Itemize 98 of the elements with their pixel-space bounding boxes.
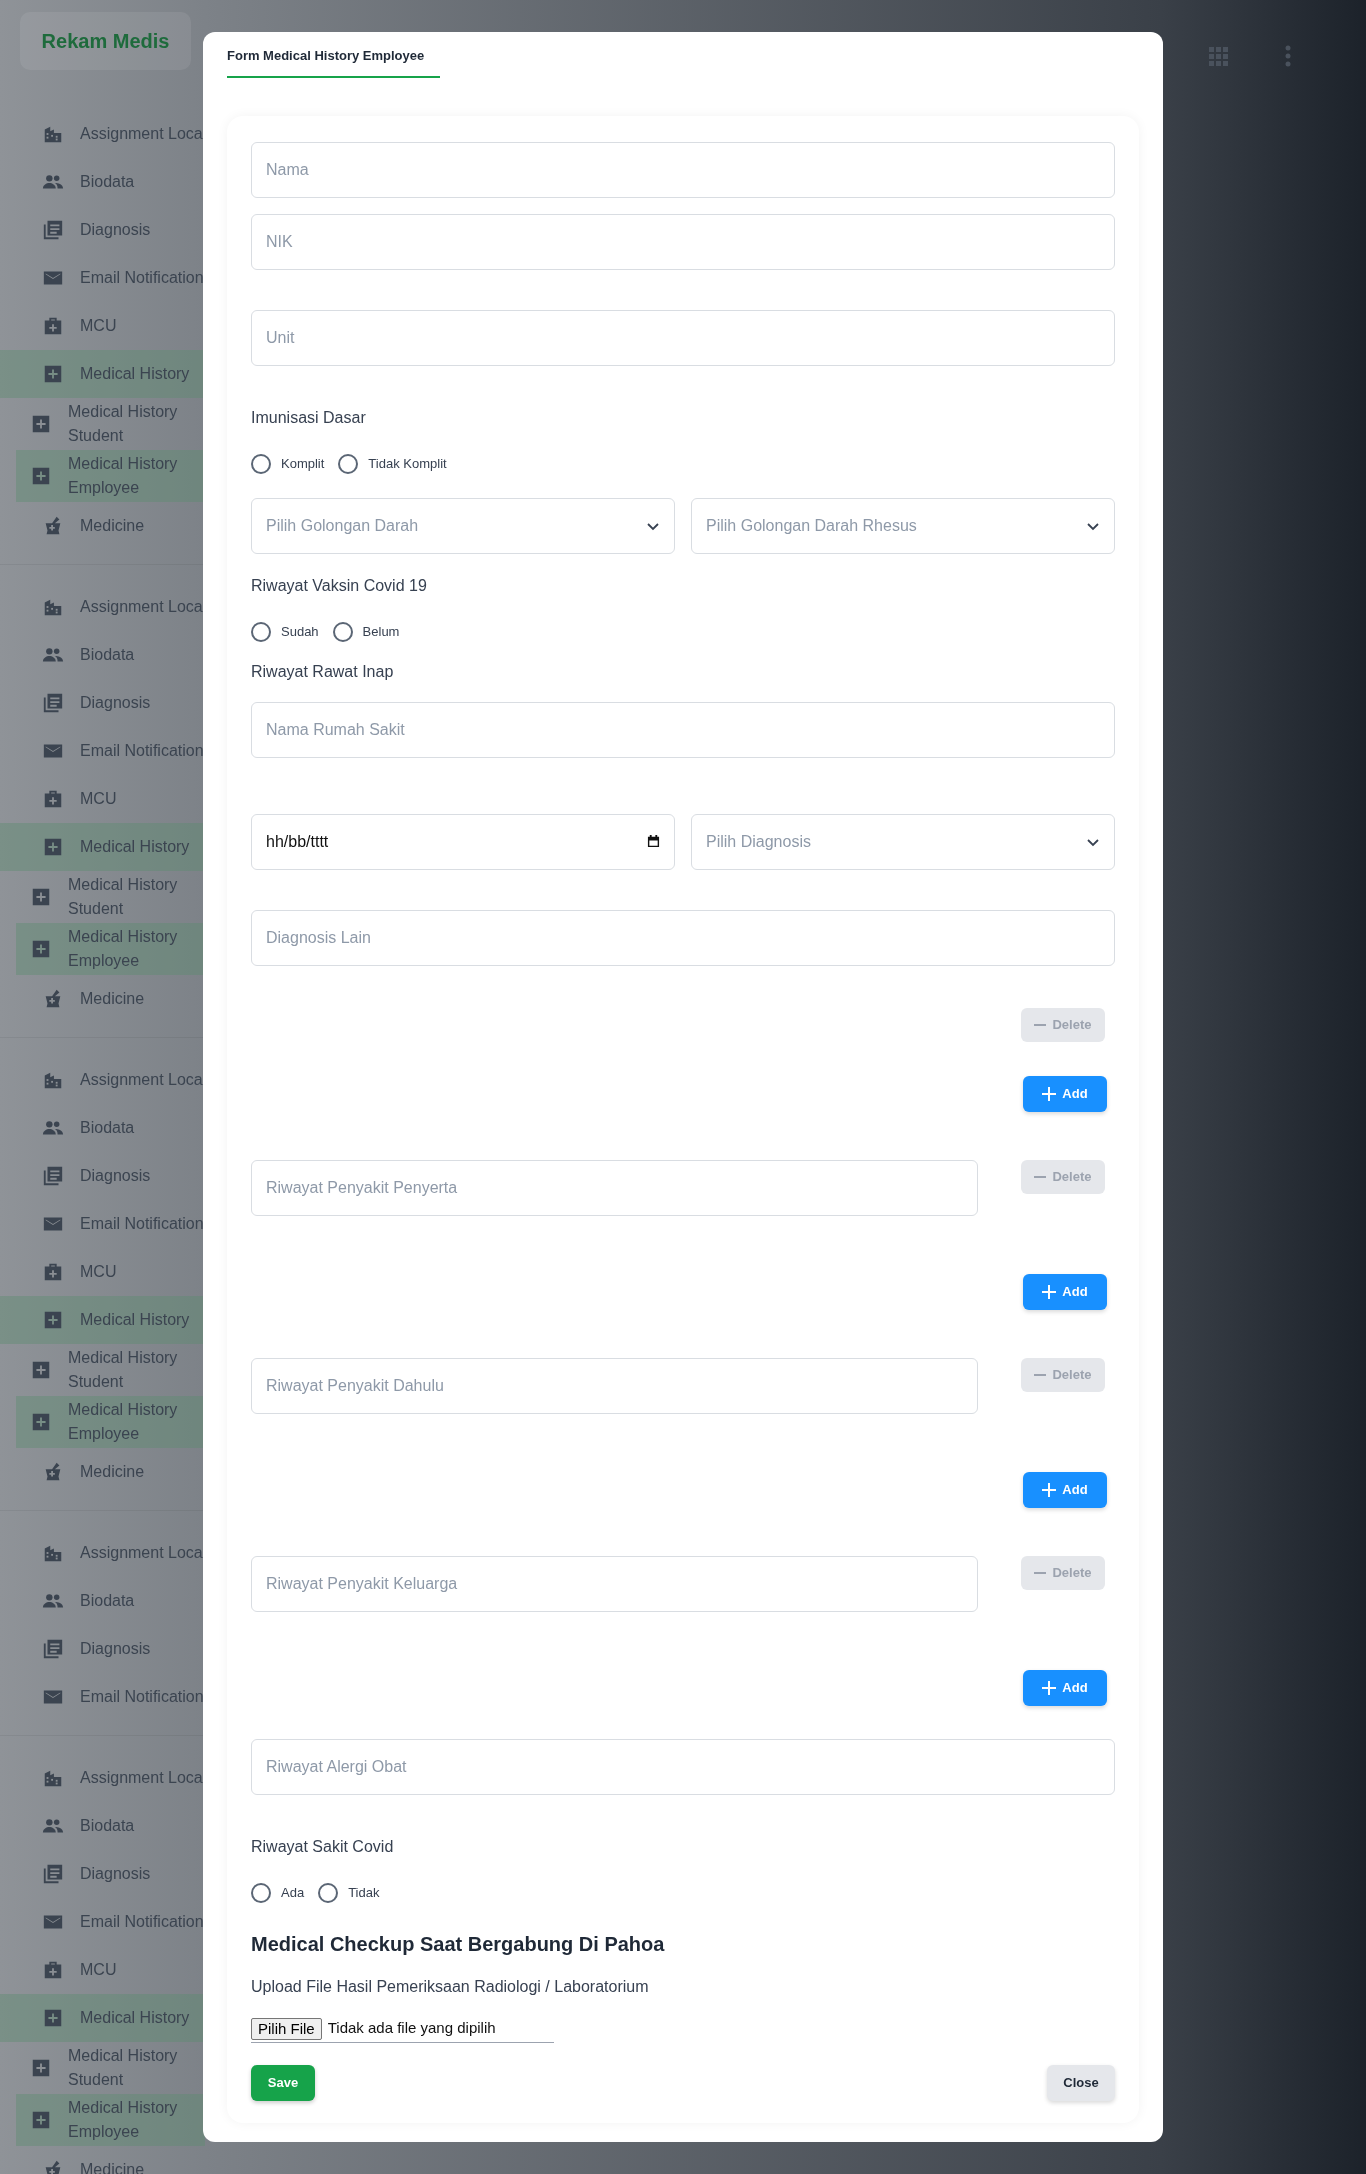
sidebar-subitem[interactable]: Medical History Employee	[16, 1396, 205, 1448]
field-label: Riwayat Sakit Covid	[251, 1836, 395, 1857]
radio-label: Belum	[362, 622, 400, 641]
sidebar-item[interactable]: Assignment Loca	[0, 1056, 205, 1104]
plus-icon	[1042, 1086, 1057, 1101]
plus-icon	[1042, 1482, 1057, 1497]
sidebar-item[interactable]: Medicine	[0, 1448, 205, 1496]
sidebar-subitem[interactable]: Medical History Employee	[16, 923, 205, 975]
field-label: Riwayat Rawat Inap	[251, 661, 395, 682]
text-field[interactable]: Unit	[251, 309, 1115, 366]
sidebar-item[interactable]: Diagnosis	[0, 206, 205, 254]
sidebar-item[interactable]: Diagnosis	[0, 1152, 205, 1200]
calendar-icon[interactable]	[647, 835, 660, 848]
text-field[interactable]: Diagnosis Lain	[251, 909, 1115, 966]
sidebar-item[interactable]: Medical History	[0, 823, 205, 871]
sidebar-item[interactable]: Diagnosis	[0, 679, 205, 727]
sidebar-item[interactable]: Biodata	[0, 631, 205, 679]
sidebar-item[interactable]: Medicine	[0, 502, 205, 550]
select-placeholder: Pilih Golongan Darah Rhesus	[706, 515, 917, 536]
sidebar-item[interactable]: Diagnosis	[0, 1850, 205, 1898]
radio-button[interactable]	[251, 621, 271, 642]
sidebar-item[interactable]: Email Notification	[0, 1200, 205, 1248]
list-icon	[42, 1863, 64, 1885]
radio-label: Tidak Komplit	[368, 454, 447, 473]
text-field[interactable]: Riwayat Penyakit Dahulu	[251, 1357, 978, 1414]
sidebar-subitem[interactable]: Medical History Employee	[16, 2094, 205, 2146]
text-field[interactable]: Nama	[251, 141, 1115, 198]
medkit-icon	[42, 1959, 64, 1981]
file-status: Tidak ada file yang dipilih	[327, 2018, 496, 2039]
plus-icon	[1042, 1284, 1057, 1299]
save-button[interactable]: Save	[251, 2064, 315, 2101]
select-placeholder: Pilih Diagnosis	[706, 831, 811, 852]
choose-file-button[interactable]: Pilih File	[251, 2017, 322, 2040]
radio-button[interactable]	[251, 453, 271, 474]
logo: Rekam Medis	[20, 12, 191, 70]
medkit-icon	[42, 315, 64, 337]
add-button[interactable]: Add	[1023, 1471, 1107, 1508]
select-placeholder: Pilih Golongan Darah	[266, 515, 419, 536]
select-field[interactable]: Pilih Diagnosis	[691, 813, 1115, 870]
list-icon	[42, 1638, 64, 1660]
sidebar-item[interactable]: Email Notification	[0, 254, 205, 302]
sidebar-item[interactable]: Medical History	[0, 1994, 205, 2042]
sidebar-subitem[interactable]: Medical History Student	[16, 398, 205, 450]
close-button[interactable]: Close	[1047, 2064, 1115, 2101]
field-label: Imunisasi Dasar	[251, 407, 367, 428]
sidebar-item[interactable]: Medicine	[0, 975, 205, 1023]
medkit-icon	[42, 788, 64, 810]
text-field[interactable]: Riwayat Penyakit Penyerta	[251, 1159, 978, 1216]
plus-icon	[1042, 1680, 1057, 1695]
sidebar-item[interactable]: MCU	[0, 1946, 205, 1994]
date-value: hh/bb/tttt	[266, 831, 329, 852]
sidebar-item[interactable]: Medical History	[0, 1296, 205, 1344]
date-field[interactable]: hh/bb/tttt	[251, 813, 675, 870]
sidebar-item[interactable]: MCU	[0, 302, 205, 350]
radio-button[interactable]	[338, 453, 359, 474]
sidebar-subitem[interactable]: Medical History Employee	[16, 450, 205, 502]
text-field[interactable]: Riwayat Penyakit Keluarga	[251, 1555, 978, 1612]
radio-button[interactable]	[318, 1882, 339, 1903]
radio-label: Ada	[281, 1883, 305, 1902]
sidebar-item[interactable]: Biodata	[0, 1802, 205, 1850]
sidebar-item[interactable]: Diagnosis	[0, 1625, 205, 1673]
sidebar-item[interactable]: Email Notification	[0, 1898, 205, 1946]
sidebar-item[interactable]: Biodata	[0, 1104, 205, 1152]
medkit-icon	[42, 1261, 64, 1283]
radio-label: Sudah	[281, 622, 319, 641]
sidebar-subitem[interactable]: Medical History Student	[16, 871, 205, 923]
list-icon	[42, 1165, 64, 1187]
form-tab[interactable]: Form Medical History Employee	[227, 32, 440, 78]
select-field[interactable]: Pilih Golongan Darah	[251, 497, 675, 554]
radio-button[interactable]	[332, 621, 353, 642]
sidebar-item[interactable]: Biodata	[0, 1577, 205, 1625]
sidebar-item[interactable]: Email Notification	[0, 727, 205, 775]
sidebar-item[interactable]: Medical History	[0, 350, 205, 398]
list-icon	[42, 219, 64, 241]
add-button[interactable]: Add	[1023, 1669, 1107, 1706]
list-icon	[42, 692, 64, 714]
select-field[interactable]: Pilih Golongan Darah Rhesus	[691, 497, 1115, 554]
sidebar-item[interactable]: Email Notification	[0, 1673, 205, 1721]
sidebar-item[interactable]: MCU	[0, 775, 205, 823]
field-label: Upload File Hasil Pemeriksaan Radiologi / Laboratorium	[251, 1976, 650, 1997]
add-button[interactable]: Add	[1023, 1273, 1107, 1310]
text-field[interactable]: Riwayat Alergi Obat	[251, 1738, 1115, 1795]
sidebar-item[interactable]: Assignment Loca	[0, 583, 205, 631]
text-field[interactable]: NIK	[251, 213, 1115, 270]
sidebar-item[interactable]: Assignment Loca	[0, 1754, 205, 1802]
field-label: Riwayat Vaksin Covid 19	[251, 575, 428, 596]
sidebar-subitem[interactable]: Medical History Student	[16, 2042, 205, 2094]
add-button[interactable]: Add	[1023, 1075, 1107, 1112]
sidebar-item[interactable]: Assignment Loca	[0, 110, 205, 158]
section-heading: Medical Checkup Saat Bergabung Di Pahoa	[251, 1931, 666, 1957]
text-field[interactable]: Nama Rumah Sakit	[251, 701, 1115, 758]
sidebar-item[interactable]: MCU	[0, 1248, 205, 1296]
radio-label: Tidak	[348, 1883, 380, 1902]
radio-button[interactable]	[251, 1882, 271, 1903]
sidebar-subitem[interactable]: Medical History Student	[16, 1344, 205, 1396]
sidebar-item[interactable]: Assignment Loca	[0, 1529, 205, 1577]
radio-label: Komplit	[281, 454, 325, 473]
sidebar-item[interactable]: Biodata	[0, 158, 205, 206]
